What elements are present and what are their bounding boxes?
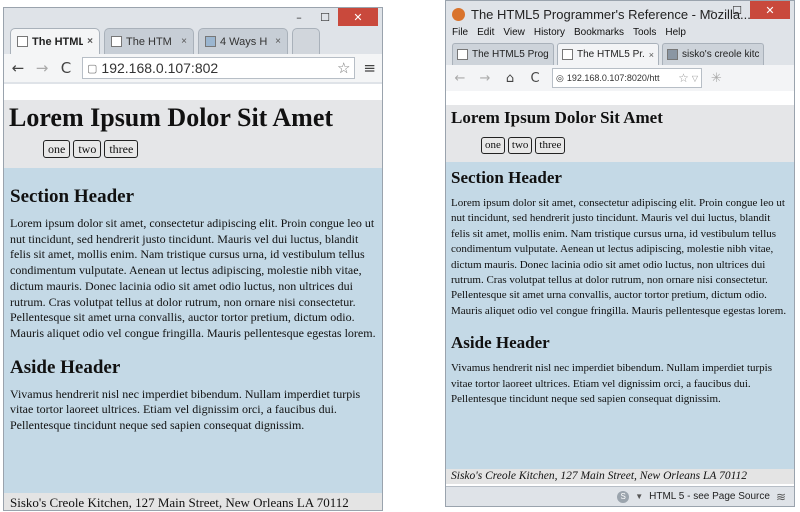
new-tab-button[interactable] [292, 28, 320, 54]
page-header: Lorem Ipsum Dolor Sit Amet one two three [4, 100, 382, 168]
url-dropdown-icon[interactable]: ▽ [692, 74, 698, 83]
aside-text: Vivamus hendrerit nisl nec imperdiet bib… [451, 362, 773, 406]
nav-button-three[interactable]: three [104, 140, 139, 158]
tab-label: The HTML5 Pr... [577, 49, 645, 60]
image-icon [205, 36, 216, 47]
minimize-button[interactable]: – [698, 1, 724, 19]
home-icon[interactable]: ⌂ [502, 71, 518, 86]
url-text: 192.168.0.107:802 [101, 60, 219, 76]
section-header: Section Header [451, 168, 562, 187]
menu-edit[interactable]: Edit [477, 27, 494, 43]
tab-programmers-reference-1[interactable]: The HTML5 Progr... [452, 43, 554, 65]
window-controls: – ☐ ✕ [286, 8, 378, 26]
address-bar[interactable]: ◎ 192.168.0.107:8020/htt ☆ ▽ [552, 68, 702, 88]
menu-history[interactable]: History [534, 27, 565, 43]
section-text: Lorem ipsum dolor sit amet, consectetur … [451, 197, 787, 317]
tab-four-ways[interactable]: 4 Ways H × [198, 28, 288, 54]
page-viewport: Lorem Ipsum Dolor Sit Amet one two three… [4, 84, 382, 510]
page-header: Lorem Ipsum Dolor Sit Amet one two three [446, 105, 794, 162]
status-text[interactable]: HTML 5 - see Page Source [649, 491, 770, 502]
page-footer: Sisko's Creole Kitchen, 127 Main Street,… [446, 469, 794, 484]
page-icon [562, 49, 573, 60]
addon-icon[interactable]: S [617, 490, 630, 503]
back-icon[interactable]: ← [452, 71, 468, 86]
bookmark-star-icon[interactable]: ☆ [337, 59, 350, 77]
url-text: 192.168.0.107:8020/htt [566, 73, 660, 83]
page-icon [457, 49, 468, 60]
tab-label: The HTM [126, 35, 172, 48]
page-icon [17, 36, 28, 47]
page-icon [111, 36, 122, 47]
page-viewport: Lorem Ipsum Dolor Sit Amet one two three… [446, 91, 794, 486]
tab-strip: The HTML × The HTM × 4 Ways H × [10, 28, 324, 54]
chrome-window: – ☐ ✕ The HTML × The HTM × 4 Ways H × ← … [3, 7, 383, 511]
nav-button-two[interactable]: two [507, 137, 533, 154]
menu-bar: File Edit View History Bookmarks Tools H… [446, 27, 794, 43]
menu-file[interactable]: File [452, 27, 468, 43]
layers-icon[interactable]: ≋ [776, 490, 786, 504]
page-content: Section Header Lorem ipsum dolor sit ame… [446, 162, 794, 469]
page-icon: ▢ [87, 62, 98, 75]
tab-close-icon[interactable]: × [275, 36, 281, 47]
nav-button-three[interactable]: three [535, 137, 566, 154]
page-top-spacer [446, 91, 794, 105]
tab-close-icon[interactable]: × [181, 36, 187, 47]
tab-label: The HTML [32, 35, 84, 48]
tab-html-reference[interactable]: The HTML × [10, 28, 100, 54]
firefox-logo-icon [452, 7, 465, 21]
menu-bookmarks[interactable]: Bookmarks [574, 27, 624, 43]
status-bar: S ▼ HTML 5 - see Page Source ≋ [446, 486, 794, 506]
nav-button-one[interactable]: one [481, 137, 505, 154]
page-content: Section Header Lorem ipsum dolor sit ame… [4, 168, 382, 493]
forward-icon[interactable]: → [477, 71, 493, 86]
bookmark-star-icon[interactable]: ☆ [678, 71, 689, 85]
page-top-spacer [4, 84, 382, 100]
tab-siskos-creole[interactable]: sisko's creole kitc... [662, 43, 764, 65]
close-button[interactable]: ✕ [750, 1, 790, 19]
menu-help[interactable]: Help [665, 27, 686, 43]
nav-button-one[interactable]: one [43, 140, 71, 158]
aside-text: Vivamus hendrerit nisl nec imperdiet bib… [10, 386, 361, 433]
section-text: Lorem ipsum dolor sit amet, consectetur … [10, 216, 376, 340]
window-controls: – ☐ ✕ [698, 1, 790, 19]
tab-label: 4 Ways H [220, 35, 268, 48]
tab-label: The HTML5 Progr... [472, 49, 549, 60]
tab-close-icon[interactable]: × [87, 36, 93, 47]
tab-close-icon[interactable]: × [649, 50, 654, 60]
addon-dropdown-icon[interactable]: ▼ [635, 492, 643, 501]
tab-label: sisko's creole kitc... [682, 49, 759, 60]
menu-icon[interactable]: ≡ [363, 59, 376, 77]
page-title: Lorem Ipsum Dolor Sit Amet [451, 108, 663, 127]
tab-strip: The HTML5 Progr... The HTML5 Pr... × sis… [452, 43, 767, 65]
nav-buttons: one two three [9, 140, 377, 158]
aside-header: Aside Header [10, 356, 121, 378]
stackoverflow-icon [667, 49, 678, 60]
loading-spinner-icon: ✳ [711, 70, 722, 86]
maximize-button[interactable]: ☐ [312, 8, 338, 26]
nav-buttons: one two three [451, 137, 789, 154]
address-bar[interactable]: ▢ 192.168.0.107:802 ☆ [82, 57, 356, 79]
reload-icon[interactable]: C [58, 59, 74, 77]
menu-tools[interactable]: Tools [633, 27, 656, 43]
back-icon[interactable]: ← [10, 59, 26, 77]
navigation-toolbar: ← → ⌂ C ◎ 192.168.0.107:8020/htt ☆ ▽ ✳ [446, 65, 794, 91]
nav-button-two[interactable]: two [73, 140, 102, 158]
tab-programmers-reference-2[interactable]: The HTML5 Pr... × [557, 43, 659, 65]
globe-icon: ◎ [556, 72, 564, 83]
firefox-window: The HTML5 Programmer's Reference - Mozil… [445, 0, 795, 507]
reload-icon[interactable]: C [527, 71, 543, 86]
menu-view[interactable]: View [503, 27, 525, 43]
minimize-button[interactable]: – [286, 8, 312, 26]
forward-icon[interactable]: → [34, 59, 50, 77]
toolbar: ← → C ▢ 192.168.0.107:802 ☆ ≡ [4, 54, 382, 82]
aside-header: Aside Header [451, 333, 550, 353]
tab-html-second[interactable]: The HTM × [104, 28, 194, 54]
page-title: Lorem Ipsum Dolor Sit Amet [9, 103, 334, 132]
page-footer: Sisko's Creole Kitchen, 127 Main Street,… [4, 493, 382, 510]
close-button[interactable]: ✕ [338, 8, 378, 26]
maximize-button[interactable]: ☐ [724, 1, 750, 19]
section-header: Section Header [10, 186, 135, 207]
